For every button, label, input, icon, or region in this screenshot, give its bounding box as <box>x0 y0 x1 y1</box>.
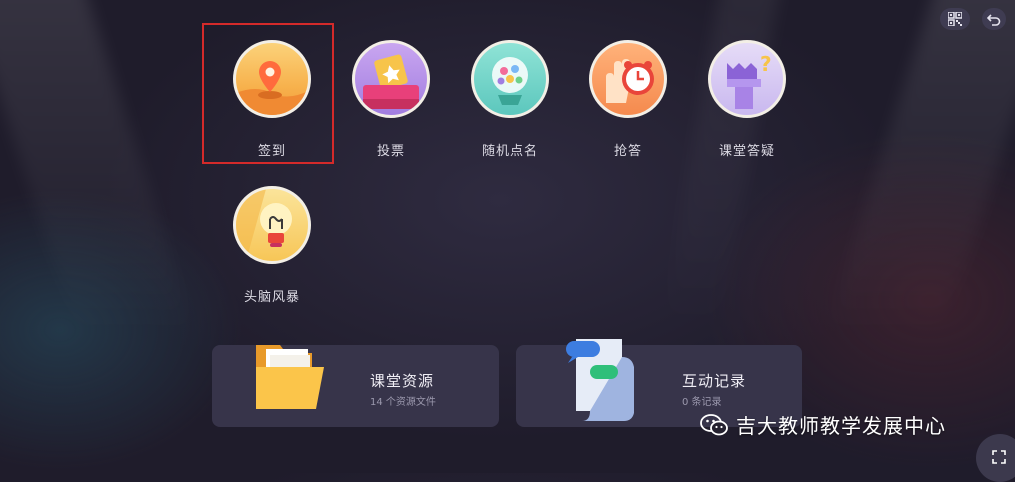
tool-classroom-qa[interactable]: ? 课堂答疑 <box>692 40 802 159</box>
qr-code-button[interactable] <box>940 8 970 30</box>
light-bulb-icon <box>233 186 311 264</box>
location-pin-icon <box>233 40 311 118</box>
return-button[interactable] <box>982 8 1006 30</box>
svg-text:?: ? <box>760 52 772 76</box>
tool-label: 头脑风暴 <box>243 290 300 305</box>
ticket-box-icon <box>352 40 430 118</box>
tool-label: 抢答 <box>613 144 642 159</box>
spotlight-right <box>821 0 1015 340</box>
lottery-ball-icon <box>471 40 549 118</box>
spotlight-left <box>0 0 199 340</box>
fullscreen-icon <box>992 450 1006 464</box>
hand-alarm-clock-icon <box>589 40 667 118</box>
tool-quick-answer[interactable]: 抢答 <box>573 40 683 159</box>
question-sign-icon: ? <box>708 40 786 118</box>
chat-scroll-icon <box>566 339 634 421</box>
tool-label: 课堂答疑 <box>718 144 775 159</box>
watermark-text: 吉大教师教学发展中心 <box>736 414 946 438</box>
tool-vote[interactable]: 投票 <box>336 40 446 159</box>
wechat-icon <box>700 413 728 435</box>
card-subtitle: 0 条记录 <box>682 397 722 408</box>
card-title: 互动记录 <box>682 372 747 390</box>
tool-label: 投票 <box>376 144 405 159</box>
folder-icon <box>256 345 324 409</box>
tool-label: 随机点名 <box>481 144 538 159</box>
tool-check-in[interactable]: 签到 <box>217 40 327 159</box>
watermark: 吉大教师教学发展中心 <box>700 410 946 439</box>
card-subtitle: 14 个资源文件 <box>370 397 436 408</box>
tool-label: 签到 <box>257 144 286 159</box>
card-title: 课堂资源 <box>370 372 435 390</box>
qr-code-icon <box>948 12 962 26</box>
classroom-resources-card[interactable]: 课堂资源 14 个资源文件 <box>212 345 499 427</box>
tool-random-call[interactable]: 随机点名 <box>455 40 565 159</box>
return-icon <box>987 14 1001 26</box>
tool-brainstorm[interactable]: 头脑风暴 <box>217 186 327 305</box>
fullscreen-button[interactable] <box>976 434 1015 482</box>
